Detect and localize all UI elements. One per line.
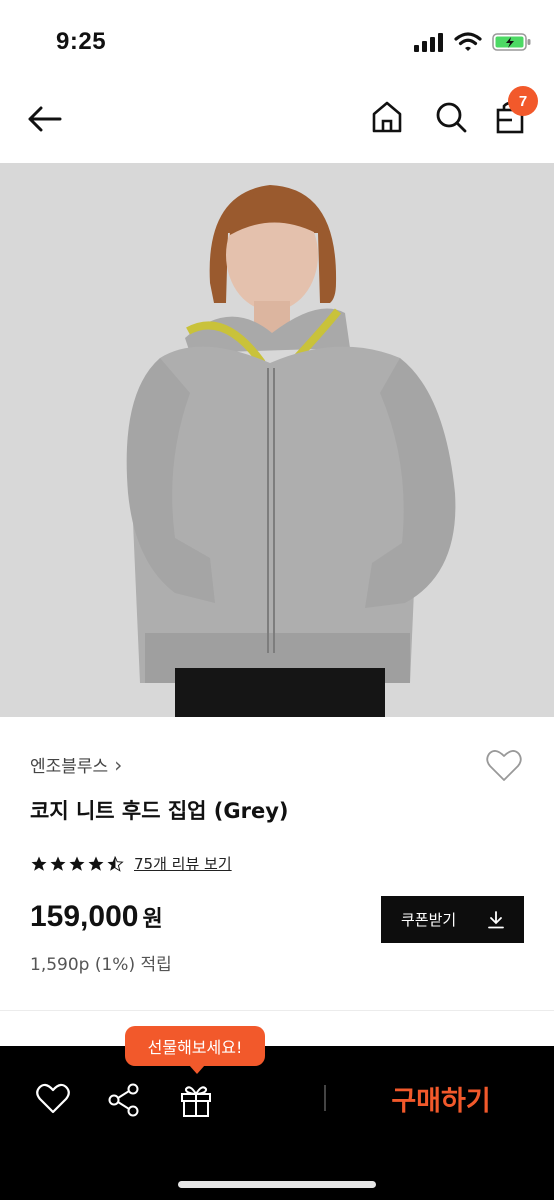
status-icons <box>414 32 532 52</box>
battery-icon <box>492 33 531 51</box>
coupon-button[interactable]: 쿠폰받기 <box>381 896 524 943</box>
search-icon[interactable] <box>430 96 472 138</box>
brand-name: 엔조블루스 <box>30 757 109 777</box>
heart-icon[interactable] <box>34 1080 72 1118</box>
status-bar: 9:25 <box>0 0 554 80</box>
product-price: 159,000 원 <box>30 900 163 934</box>
top-nav <box>0 80 554 162</box>
bottom-separator <box>324 1085 326 1111</box>
half-star-icon <box>107 855 124 872</box>
cart-count-badge: 7 <box>508 86 538 116</box>
signal-icon <box>414 33 443 52</box>
product-photo-illustration <box>0 163 554 717</box>
wifi-icon <box>454 32 482 51</box>
reward-points: 1,590p (1%) 적립 <box>30 955 172 975</box>
home-indicator <box>178 1181 376 1188</box>
coupon-label: 쿠폰받기 <box>401 911 457 929</box>
home-icon[interactable] <box>366 96 408 138</box>
brand-link[interactable]: 엔조블루스 › <box>30 752 123 778</box>
wishlist-heart-icon[interactable] <box>484 746 524 784</box>
product-image[interactable] <box>0 163 554 717</box>
star-icon <box>31 856 47 871</box>
download-icon <box>488 910 504 928</box>
section-divider <box>0 1010 554 1011</box>
bottom-action-bar <box>0 1046 554 1200</box>
buy-button[interactable]: 구매하기 <box>366 1076 516 1120</box>
status-time: 9:25 <box>56 28 107 55</box>
gift-icon[interactable] <box>176 1080 216 1120</box>
gift-tooltip: 선물해보세요! <box>125 1026 265 1074</box>
price-value: 159,000 <box>30 900 139 933</box>
product-title: 코지 니트 후드 집업 (Grey) <box>30 799 289 823</box>
star-icon <box>50 856 66 871</box>
currency: 원 <box>142 907 163 932</box>
share-icon[interactable] <box>104 1080 144 1120</box>
product-rating: 75개 리뷰 보기 <box>30 853 232 874</box>
chevron-right-icon: › <box>114 752 123 777</box>
back-arrow-icon[interactable] <box>24 98 66 140</box>
star-rating <box>30 855 124 873</box>
review-link[interactable]: 75개 리뷰 보기 <box>134 853 232 874</box>
star-icon <box>88 856 104 871</box>
star-icon <box>69 856 85 871</box>
